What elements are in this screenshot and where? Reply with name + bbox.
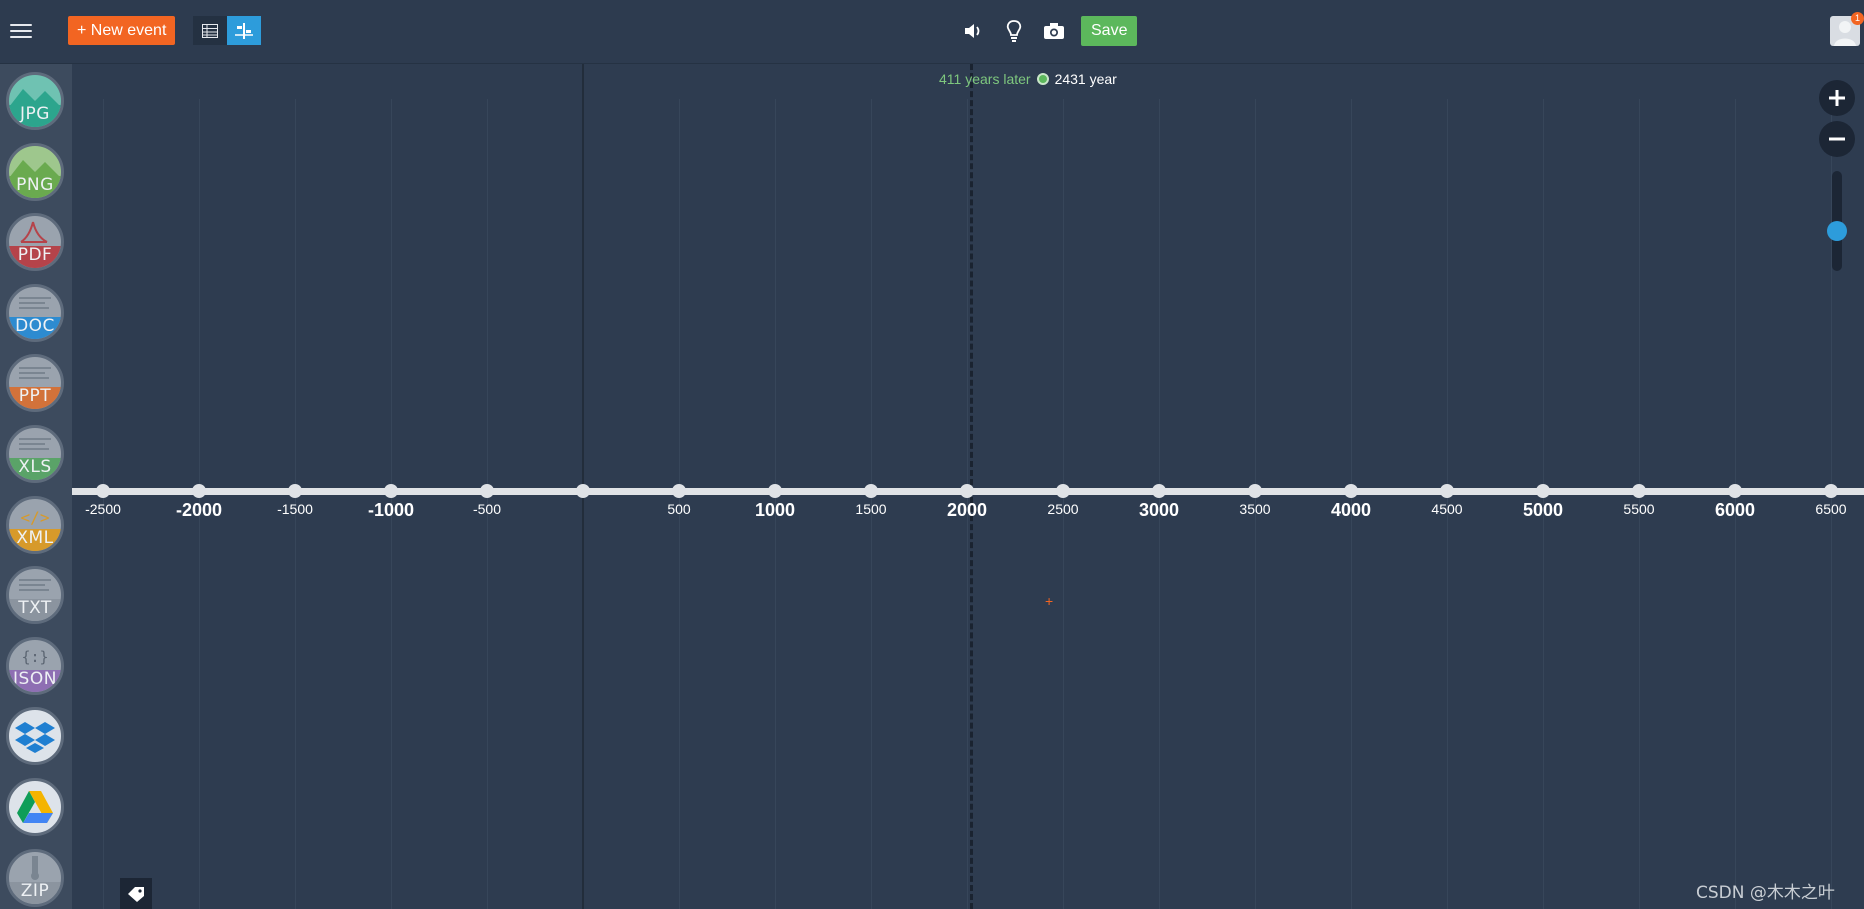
timeline-tick-label: 1000	[754, 500, 796, 520]
timeline-tick-dot[interactable]	[1728, 484, 1742, 498]
timeline-tick-label: -1500	[277, 501, 313, 517]
import-zip-button[interactable]: ZIP	[6, 848, 64, 907]
timeline-icon	[235, 22, 253, 39]
timeline-tick-dot[interactable]	[768, 484, 782, 498]
timeline-tick-dot[interactable]	[96, 484, 110, 498]
import-json-button[interactable]: {:} JSON	[6, 636, 64, 695]
import-dropbox-button[interactable]	[6, 707, 64, 766]
plus-icon	[1829, 90, 1845, 106]
import-pdf-button[interactable]: PDF	[6, 213, 64, 272]
camera-icon[interactable]	[1042, 19, 1066, 43]
import-google-drive-button[interactable]	[6, 778, 64, 836]
now-offset-text: 411 years later	[939, 71, 1031, 87]
current-time-indicator: 411 years later 2431 year	[939, 71, 1117, 87]
tag-button[interactable]	[120, 878, 152, 909]
import-png-button[interactable]: PNG	[6, 142, 64, 201]
file-type-label: PDF	[17, 245, 53, 266]
zoom-in-button[interactable]	[1819, 80, 1855, 116]
new-event-button[interactable]: + New event	[68, 16, 176, 45]
timeline-tick-dot[interactable]	[1824, 484, 1838, 498]
file-type-label: ZIP	[20, 880, 50, 901]
timeline-tick-dot[interactable]	[288, 484, 302, 498]
timeline-tick-label: 2500	[1047, 501, 1079, 517]
timeline-tick-dot[interactable]	[1056, 484, 1070, 498]
minus-icon	[1829, 137, 1845, 141]
import-ppt-button[interactable]: PPT	[6, 354, 64, 413]
menu-icon[interactable]	[10, 20, 32, 42]
timeline-tick-dot[interactable]	[960, 484, 974, 498]
timeline-tick-dot[interactable]	[1536, 484, 1550, 498]
top-toolbar: + New event Save 1	[0, 0, 1864, 64]
file-type-label: PPT	[18, 386, 52, 407]
timeline-tick-dot[interactable]	[1248, 484, 1262, 498]
google-drive-icon	[17, 791, 53, 823]
notification-badge: 1	[1851, 12, 1864, 25]
timeline-tick-label: 500	[667, 501, 691, 517]
import-sidebar: JPG PNG PDF DOC PPT XLS </> XML TXT {:} JSON ZIP	[0, 64, 72, 909]
import-xml-button[interactable]: </> XML	[6, 495, 64, 554]
timeline-tick-dot[interactable]	[672, 484, 686, 498]
svg-text:{:}: {:}	[21, 648, 48, 666]
timeline-tick-label: -2000	[175, 500, 223, 520]
timeline-tick-label: 6000	[1714, 500, 1756, 520]
file-type-label: JPG	[20, 104, 50, 124]
timeline-tick-dot[interactable]	[192, 484, 206, 498]
timeline-tick-label: 4500	[1431, 501, 1463, 517]
svg-text:</>: </>	[21, 508, 50, 527]
timeline-tick-dot[interactable]	[1440, 484, 1454, 498]
toolbar-icons	[962, 19, 1066, 43]
watermark: CSDN @木木之叶	[1696, 883, 1835, 903]
view-toggle	[193, 16, 261, 45]
timeline-tick-label: 1500	[855, 501, 887, 517]
import-txt-button[interactable]: TXT	[6, 566, 64, 625]
tag-icon	[128, 886, 144, 902]
file-type-label: TXT	[18, 598, 52, 619]
now-dot-icon	[1036, 73, 1049, 85]
table-view-button[interactable]	[193, 16, 227, 45]
file-type-label: XML	[16, 527, 54, 548]
timeline-tick-label: 5500	[1623, 501, 1655, 517]
import-jpg-button[interactable]: JPG	[6, 72, 64, 130]
zoom-slider-handle[interactable]	[1827, 221, 1847, 241]
user-avatar[interactable]: 1	[1830, 12, 1864, 46]
timeline-canvas[interactable]: 411 years later 2431 year -2500 -2000 -150…	[72, 64, 1864, 909]
timeline-tick-dot[interactable]	[384, 484, 398, 498]
timeline-tick-label: 5000	[1522, 500, 1564, 520]
now-year-text: 2431 year	[1054, 71, 1117, 87]
timeline-tick-label: -1000	[367, 500, 415, 520]
timeline-tick-dot[interactable]	[1152, 484, 1166, 498]
lightbulb-icon[interactable]	[1002, 19, 1026, 43]
file-type-label: JSON	[13, 668, 57, 689]
dropbox-icon	[15, 722, 55, 754]
timeline-tick-label: 6500	[1815, 501, 1847, 517]
timeline-tick-label: -2500	[85, 501, 121, 517]
timeline-tick-dot[interactable]	[480, 484, 494, 498]
save-button[interactable]: Save	[1081, 16, 1138, 46]
timeline-tick-dot[interactable]	[1344, 484, 1358, 498]
table-icon	[202, 23, 218, 38]
zoom-out-button[interactable]	[1819, 121, 1855, 157]
sound-icon[interactable]	[962, 19, 986, 43]
import-xls-button[interactable]: XLS	[6, 425, 64, 483]
timeline-tick-label: 3000	[1138, 500, 1180, 520]
file-type-label: XLS	[18, 457, 52, 477]
timeline-view-button[interactable]	[227, 16, 261, 45]
timeline-tick-label: 3500	[1239, 501, 1271, 517]
timeline-tick-label: 4000	[1330, 500, 1372, 520]
timeline-tick-label: 2000	[946, 500, 988, 520]
add-event-cursor-icon: +	[1045, 593, 1054, 609]
timeline-tick-dot[interactable]	[864, 484, 878, 498]
file-type-label: DOC	[15, 315, 55, 336]
timeline-tick-dot[interactable]	[576, 484, 590, 498]
timeline-tick-dot[interactable]	[1632, 484, 1646, 498]
file-type-label: PNG	[16, 174, 54, 195]
import-doc-button[interactable]: DOC	[6, 283, 64, 342]
timeline-tick-label: -500	[472, 501, 502, 517]
